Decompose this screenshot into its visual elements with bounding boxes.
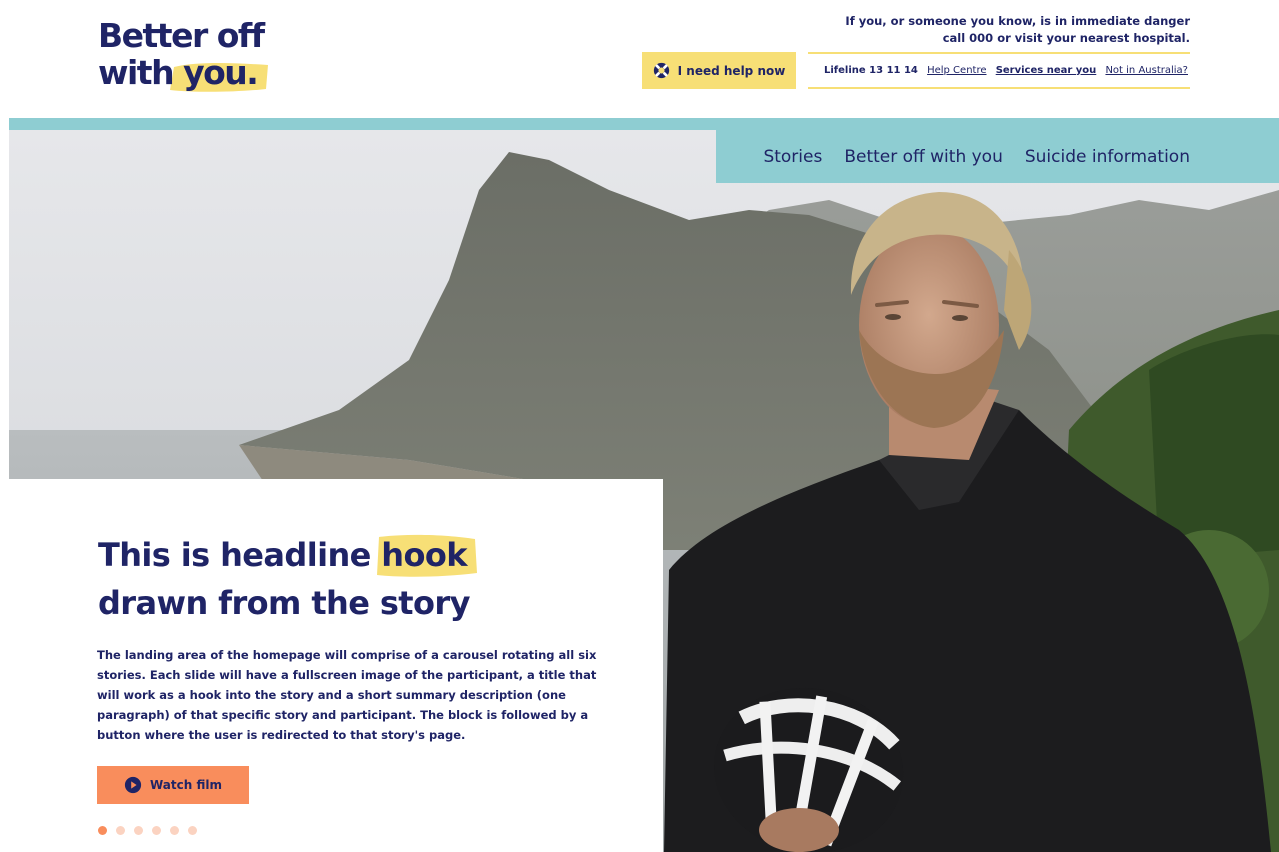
logo-line-2-a: with [98,53,184,92]
help-now-label: I need help now [677,63,786,78]
story-summary: The landing area of the homepage will co… [97,648,597,742]
watch-film-label: Watch film [150,778,222,792]
site-logo[interactable]: Better off with you. [98,17,278,99]
primary-nav: Stories Better off with you Suicide info… [716,130,1279,183]
logo-line-2: with you. [98,53,259,92]
carousel-dot[interactable] [152,826,161,835]
headline-part-1: This is headline [98,536,382,574]
carousel-dot[interactable] [170,826,179,835]
carousel-dot[interactable] [116,826,125,835]
nav-suicide-information[interactable]: Suicide information [1025,147,1190,167]
emergency-notice: If you, or someone you know, is in immed… [770,13,1190,47]
emergency-notice-line-1: If you, or someone you know, is in immed… [845,14,1190,28]
logo-line-1: Better off [98,16,265,55]
lifebuoy-icon [653,62,669,79]
hero-top-strip [9,118,1279,130]
headline-part-2: drawn from the story [98,584,470,622]
help-centre-link[interactable]: Help Centre [927,65,986,76]
story-card: This is headline hook drawn from the sto… [9,479,663,852]
services-near-you-link[interactable]: Services near you [996,65,1097,76]
utility-links: Lifeline 13 11 14 Help Centre Services n… [808,52,1190,89]
carousel-dot[interactable] [134,826,143,835]
not-in-australia-link[interactable]: Not in Australia? [1105,65,1188,76]
help-now-button[interactable]: I need help now [642,52,796,89]
carousel-dot[interactable] [188,826,197,835]
story-headline: This is headline hook drawn from the sto… [98,531,618,627]
headline-highlight-text: hook [381,536,467,574]
nav-stories[interactable]: Stories [763,147,822,167]
carousel-pagination [98,826,197,835]
nav-better-off-with-you[interactable]: Better off with you [844,147,1003,167]
logo-line-2-b: you. [183,53,259,92]
watch-film-button[interactable]: Watch film [97,766,249,804]
carousel-dot[interactable] [98,826,107,835]
headline-highlight: hook [377,531,478,579]
play-icon [124,776,142,794]
emergency-notice-line-2: call 000 or visit your nearest hospital. [942,31,1190,45]
lifeline-number[interactable]: Lifeline 13 11 14 [824,65,918,76]
